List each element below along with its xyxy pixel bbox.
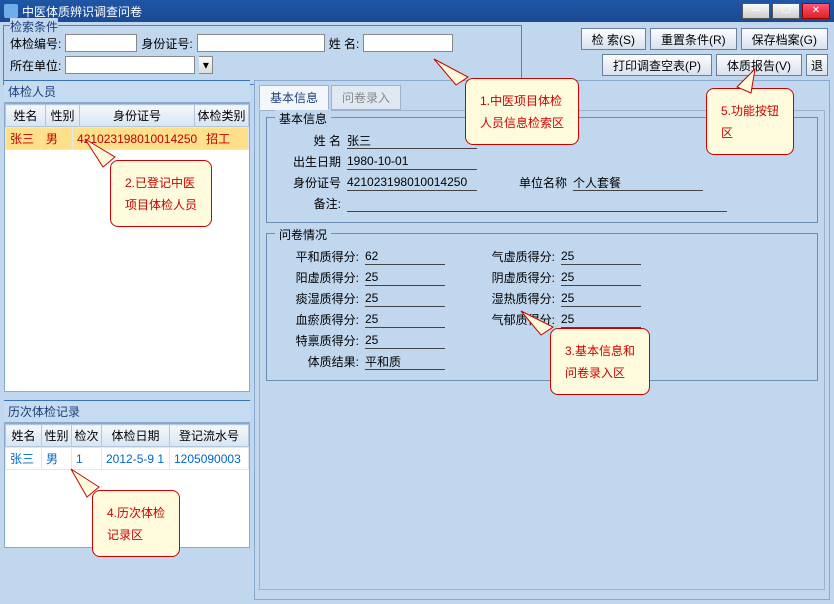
tab-survey[interactable]: 问卷录入: [331, 85, 401, 110]
score-yangxu[interactable]: [365, 270, 445, 286]
score-pinghe[interactable]: [365, 249, 445, 265]
basic-note[interactable]: [347, 196, 727, 212]
score-shire[interactable]: [561, 291, 641, 307]
score-qixu[interactable]: [561, 249, 641, 265]
callout-1: 1.中医项目体检 人员信息检索区: [465, 78, 579, 145]
score-tebing[interactable]: [365, 333, 445, 349]
basic-id[interactable]: [347, 175, 477, 191]
action-buttons: 检 索(S) 重置条件(R) 保存档案(G) 打印调查空表(P) 体质报告(V)…: [528, 28, 828, 76]
score-xueyu[interactable]: [365, 312, 445, 328]
tab-basic[interactable]: 基本信息: [259, 85, 329, 110]
idcard-label: 身份证号:: [141, 35, 192, 52]
search-legend: 检索条件: [10, 18, 58, 35]
callout-3: 3.基本信息和 问卷录入区: [550, 328, 650, 395]
unit-dropdown-icon[interactable]: ▾: [199, 56, 213, 74]
panel1-title: 体检人员: [4, 80, 250, 103]
reset-button[interactable]: 重置条件(R): [650, 28, 737, 50]
constitution-result[interactable]: [365, 354, 445, 370]
panel2-title: 历次体检记录: [4, 400, 250, 423]
search-button[interactable]: 检 索(S): [581, 28, 646, 50]
staff-header: 姓名 性别 身份证号 体检类别: [6, 105, 249, 127]
name-input[interactable]: [363, 34, 453, 52]
exam-no-label: 体检编号:: [10, 35, 61, 52]
idcard-input[interactable]: [197, 34, 325, 52]
basic-name[interactable]: [347, 133, 477, 149]
basic-birth[interactable]: [347, 154, 477, 170]
history-header: 姓名 性别 检次 体检日期 登记流水号: [6, 425, 249, 447]
history-row[interactable]: 张三 男 1 2012-5-9 1 1205090003: [6, 448, 249, 470]
survey-legend: 问卷情况: [275, 226, 331, 243]
score-yinxu[interactable]: [561, 270, 641, 286]
save-button[interactable]: 保存档案(G): [741, 28, 828, 50]
maximize-button[interactable]: ☐: [772, 3, 800, 19]
titlebar: 中医体质辨识调查问卷 — ☐ ✕: [0, 0, 834, 22]
app-icon: [4, 4, 18, 18]
callout-5: 5.功能按钮 区: [706, 88, 794, 155]
basic-unit[interactable]: [573, 175, 703, 191]
score-qiyu[interactable]: [561, 312, 641, 328]
window-title: 中医体质辨识调查问卷: [22, 3, 142, 20]
unit-label: 所在单位:: [10, 57, 61, 74]
minimize-button[interactable]: —: [742, 3, 770, 19]
staff-grid: 姓名 性别 身份证号 体检类别 张三 男 421023198010014250 …: [4, 103, 250, 392]
callout-4: 4.历次体检 记录区: [92, 490, 180, 557]
close-button[interactable]: ✕: [802, 3, 830, 19]
callout-2: 2.已登记中医 项目体检人员: [110, 160, 212, 227]
name-label: 姓 名:: [329, 35, 360, 52]
exit-button[interactable]: 退: [806, 54, 828, 76]
score-tanshi[interactable]: [365, 291, 445, 307]
print-button[interactable]: 打印调查空表(P): [602, 54, 712, 76]
survey-group: 问卷情况 平和质得分: 气虚质得分: 阳虚质得分: 阴虚质得分: 痰湿质得分: …: [266, 233, 818, 381]
basic-legend: 基本信息: [275, 110, 331, 127]
unit-input[interactable]: [65, 56, 195, 74]
exam-no-input[interactable]: [65, 34, 137, 52]
staff-row[interactable]: 张三 男 421023198010014250 招工: [6, 128, 249, 150]
